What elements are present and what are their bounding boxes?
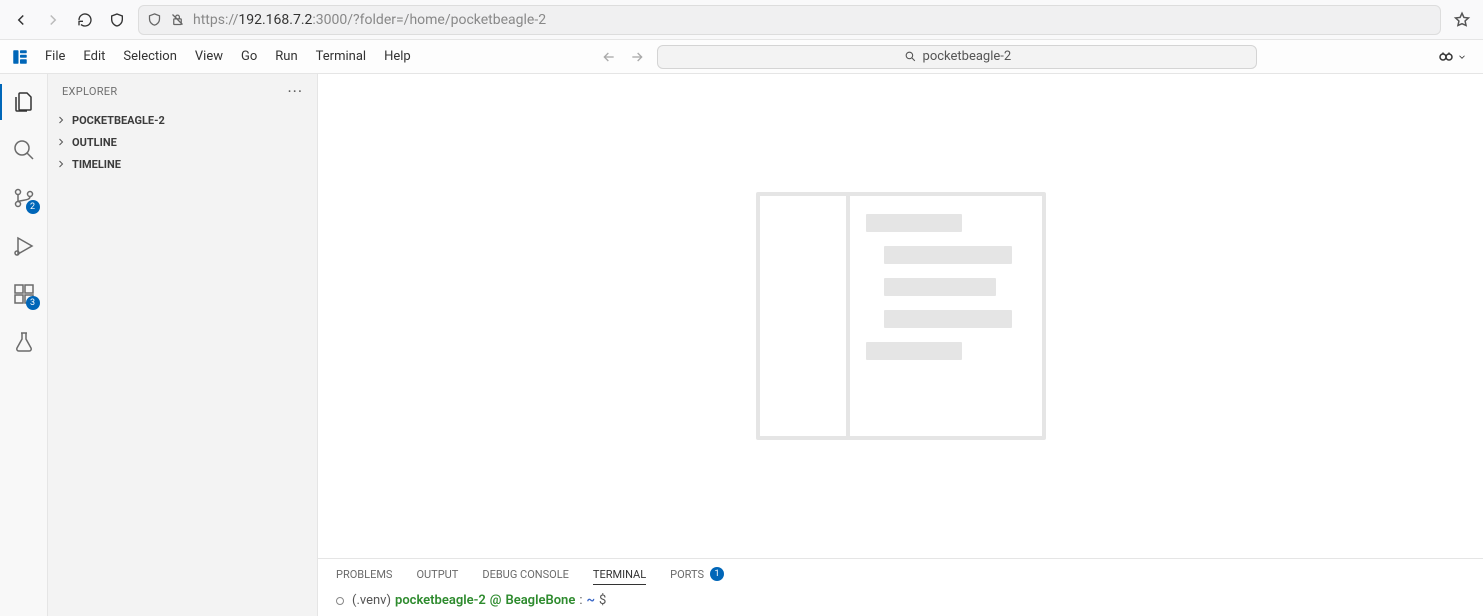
sidebar-title-row: EXPLORER ··· xyxy=(48,74,317,109)
play-bug-icon xyxy=(12,234,36,258)
menu-terminal[interactable]: Terminal xyxy=(307,40,375,74)
nav-forward-icon[interactable] xyxy=(627,47,647,67)
lock-strike-icon xyxy=(170,12,185,27)
scm-badge: 2 xyxy=(26,200,40,214)
search-icon xyxy=(904,50,917,63)
chevron-right-icon xyxy=(54,114,68,126)
url-bar[interactable]: https://192.168.7.2:3000/?folder=/home/p… xyxy=(138,5,1441,35)
terminal-user: pocketbeagle-2 xyxy=(395,593,486,608)
activity-source-control[interactable]: 2 xyxy=(0,176,48,220)
chevron-right-icon xyxy=(54,158,68,170)
shield-icon[interactable] xyxy=(106,9,128,31)
empty-skeleton-icon xyxy=(756,192,1046,440)
tab-problems[interactable]: PROBLEMS xyxy=(336,568,392,585)
menu-file[interactable]: File xyxy=(36,40,74,74)
activity-extensions[interactable]: 3 xyxy=(0,272,48,316)
activity-search[interactable] xyxy=(0,128,48,172)
tree-section-timeline[interactable]: TIMELINE xyxy=(48,153,317,175)
url-text: https://192.168.7.2:3000/?folder=/home/p… xyxy=(193,12,1432,28)
back-button[interactable] xyxy=(10,9,32,31)
menu-bar: File Edit Selection View Go Run Terminal… xyxy=(0,40,1483,74)
terminal-venv: (.venv) xyxy=(352,593,391,608)
terminal-path: ~ xyxy=(586,593,595,608)
tree-section-label: OUTLINE xyxy=(72,136,117,149)
tab-ports[interactable]: PORTS 1 xyxy=(670,567,724,585)
title-center: pocketbeagle-2 xyxy=(420,45,1437,69)
shield-outline-icon xyxy=(147,12,162,27)
tree-section-folder[interactable]: POCKETBEAGLE-2 xyxy=(48,109,317,131)
activity-explorer[interactable] xyxy=(0,80,48,124)
search-icon xyxy=(12,138,36,162)
tab-debug-console[interactable]: DEBUG CONSOLE xyxy=(482,568,569,585)
forward-button[interactable] xyxy=(42,9,64,31)
browser-toolbar: https://192.168.7.2:3000/?folder=/home/p… xyxy=(0,0,1483,40)
app-logo-icon xyxy=(8,45,32,69)
explorer-sidebar: EXPLORER ··· POCKETBEAGLE-2 OUTLINE TIME… xyxy=(48,74,318,616)
terminal-body[interactable]: (.venv) pocketbeagle-2 @BeagleBone: ~ $ xyxy=(318,589,1483,616)
panel-tabs: PROBLEMS OUTPUT DEBUG CONSOLE TERMINAL P… xyxy=(318,559,1483,589)
menu-go[interactable]: Go xyxy=(232,40,266,74)
reload-button[interactable] xyxy=(74,9,96,31)
tree-section-label: TIMELINE xyxy=(72,158,121,171)
menu-run[interactable]: Run xyxy=(266,40,306,74)
activity-testing[interactable] xyxy=(0,320,48,364)
bottom-panel: PROBLEMS OUTPUT DEBUG CONSOLE TERMINAL P… xyxy=(318,558,1483,616)
nav-back-icon[interactable] xyxy=(599,47,619,67)
bookmark-star-icon[interactable] xyxy=(1451,9,1473,31)
files-icon xyxy=(12,90,36,114)
ext-badge: 3 xyxy=(26,296,40,310)
tree-section-outline[interactable]: OUTLINE xyxy=(48,131,317,153)
sidebar-title: EXPLORER xyxy=(62,85,117,98)
menu-view[interactable]: View xyxy=(186,40,232,74)
activity-bar: 2 3 xyxy=(0,74,48,616)
terminal-prompt: $ xyxy=(599,593,606,608)
editor-area: PROBLEMS OUTPUT DEBUG CONSOLE TERMINAL P… xyxy=(318,74,1483,616)
menu-selection[interactable]: Selection xyxy=(114,40,185,74)
activity-run-debug[interactable] xyxy=(0,224,48,268)
beaker-icon xyxy=(12,330,36,354)
chevron-down-icon xyxy=(1457,52,1467,62)
command-center[interactable]: pocketbeagle-2 xyxy=(657,45,1257,69)
tab-output[interactable]: OUTPUT xyxy=(416,568,458,585)
ports-badge: 1 xyxy=(710,567,724,581)
copilot-icon[interactable] xyxy=(1437,48,1467,66)
menu-edit[interactable]: Edit xyxy=(74,40,114,74)
terminal-host: BeagleBone xyxy=(505,593,575,608)
terminal-at: @ xyxy=(490,593,502,608)
command-center-text: pocketbeagle-2 xyxy=(923,49,1012,64)
menu-help[interactable]: Help xyxy=(375,40,420,74)
editor-empty-state xyxy=(318,74,1483,558)
terminal-status-icon xyxy=(336,597,344,605)
tree-section-label: POCKETBEAGLE-2 xyxy=(72,114,165,127)
terminal-sep: : xyxy=(579,593,582,608)
tab-terminal[interactable]: TERMINAL xyxy=(593,568,646,585)
chevron-right-icon xyxy=(54,136,68,148)
sidebar-more-icon[interactable]: ··· xyxy=(287,82,303,101)
